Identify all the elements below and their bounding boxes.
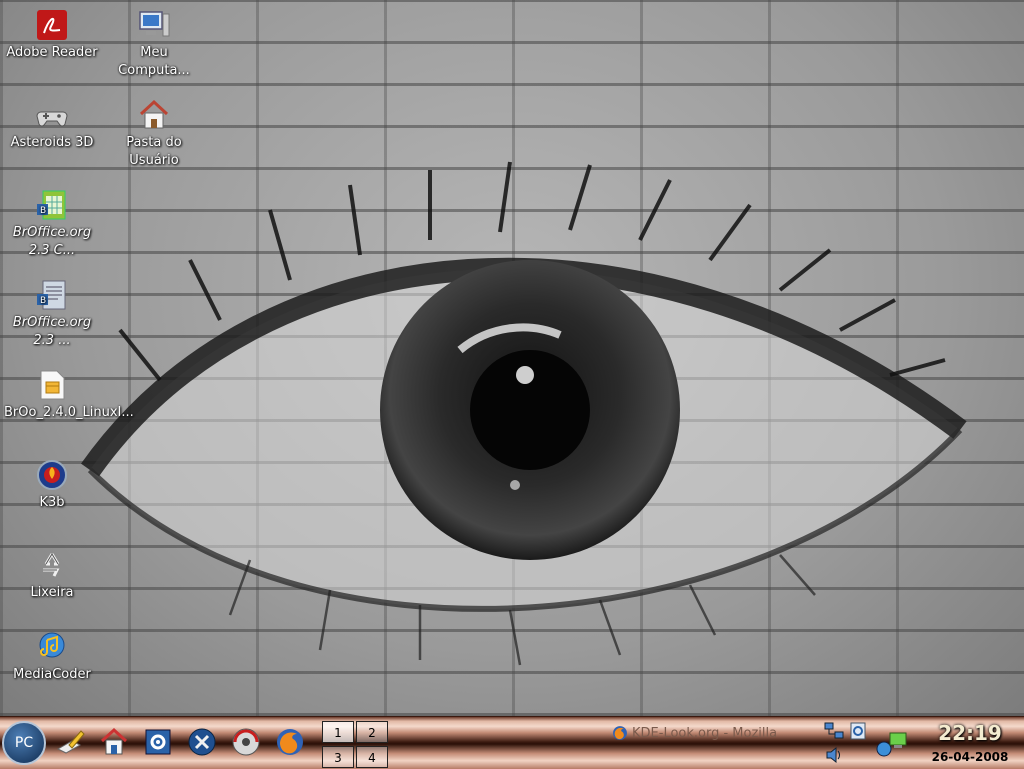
icon-label: Asteroids 3D — [10, 135, 94, 150]
trash-icon — [35, 548, 69, 582]
pager-desktop-2[interactable]: 2 — [356, 721, 388, 743]
quick-launch-tools[interactable] — [184, 723, 220, 761]
home-folder-icon — [137, 98, 171, 132]
system-tray — [820, 719, 912, 767]
computer-icon — [137, 8, 171, 42]
quick-launch-disc-burner[interactable] — [228, 723, 264, 761]
home-icon — [100, 727, 128, 755]
volume-icon[interactable] — [824, 745, 844, 765]
desktop-icon-broffice-calc[interactable]: B BrOffice.org 2.3 C... — [4, 182, 100, 260]
notes-icon[interactable] — [848, 721, 868, 741]
gamepad-icon — [35, 98, 69, 132]
icon-label: K3b — [39, 495, 65, 510]
svg-text:B: B — [40, 296, 46, 306]
icon-label: Meu Computa... — [118, 45, 190, 78]
writer-document-icon: B — [35, 278, 69, 312]
icon-label: Adobe Reader — [6, 45, 98, 60]
desktop-icon-trash[interactable]: Lixeira — [4, 542, 100, 602]
desktop-icon-asteroids[interactable]: Asteroids 3D — [4, 92, 100, 152]
clock-time[interactable]: 22:19 — [920, 721, 1020, 745]
taskbar: PC 1 2 3 4 KDE-Look.org - Mozilla 22:19 … — [0, 716, 1024, 769]
clock-date: 26-04-2008 — [931, 750, 1009, 764]
quick-launch-firefox[interactable] — [272, 723, 308, 761]
firefox-icon — [277, 729, 303, 755]
network-connection-icon[interactable] — [876, 729, 908, 759]
disc-burner-icon — [232, 728, 260, 756]
desktop-icon-k3b[interactable]: K3b — [4, 452, 100, 512]
quick-launch-home[interactable] — [96, 723, 132, 761]
mediacoder-icon — [35, 630, 69, 664]
edit-pencil-icon — [56, 730, 85, 754]
firefox-task-icon — [613, 726, 627, 740]
desktop-icon-mediacoder[interactable]: MediaCoder — [4, 624, 100, 684]
network-icon[interactable] — [824, 721, 844, 741]
icon-label: BrOffice.org 2.3 C... — [12, 225, 92, 258]
settings-panel-icon — [145, 729, 171, 755]
pager-desktop-4[interactable]: 4 — [356, 746, 388, 768]
calc-spreadsheet-icon: B — [35, 188, 69, 222]
start-label: PC — [14, 735, 34, 751]
pager-desktop-1[interactable]: 1 — [322, 721, 354, 743]
desktop-icon-broffice-writer[interactable]: B BrOffice.org 2.3 ... — [4, 272, 100, 350]
icon-label: MediaCoder — [13, 667, 91, 682]
pager-desktop-3[interactable]: 3 — [322, 746, 354, 768]
start-menu-button[interactable]: PC — [2, 721, 46, 765]
svg-text:B: B — [40, 206, 46, 216]
desktop-icon-adobe-reader[interactable]: Adobe Reader — [4, 2, 100, 62]
icon-label: BrOo_2.4.0_LinuxI... — [4, 405, 134, 420]
quick-launch-edit[interactable] — [52, 723, 88, 761]
adobe-reader-icon — [35, 8, 69, 42]
tools-icon — [188, 728, 216, 756]
icon-label: BrOffice.org 2.3 ... — [12, 315, 92, 348]
virtual-desktop-pager: 1 2 3 4 — [322, 719, 388, 768]
icon-label: Lixeira — [30, 585, 74, 600]
quick-launch-control-center[interactable] — [140, 723, 176, 761]
task-title: KDE-Look.org - Mozilla — [632, 725, 778, 741]
desktop-icon-my-computer[interactable]: Meu Computa... — [106, 2, 202, 80]
desktop-icon-home-folder[interactable]: Pasta do Usuário — [106, 92, 202, 170]
taskbar-task-firefox[interactable]: KDE-Look.org - Mozilla — [612, 723, 808, 743]
desktop[interactable]: Adobe Reader Meu Computa... Asteroids 3D… — [0, 0, 1024, 716]
desktop-icon-broo-package[interactable]: BrOo_2.4.0_LinuxI... — [4, 362, 134, 422]
package-file-icon — [35, 368, 69, 402]
k3b-disc-icon — [35, 458, 69, 492]
icon-label: Pasta do Usuário — [126, 135, 182, 168]
